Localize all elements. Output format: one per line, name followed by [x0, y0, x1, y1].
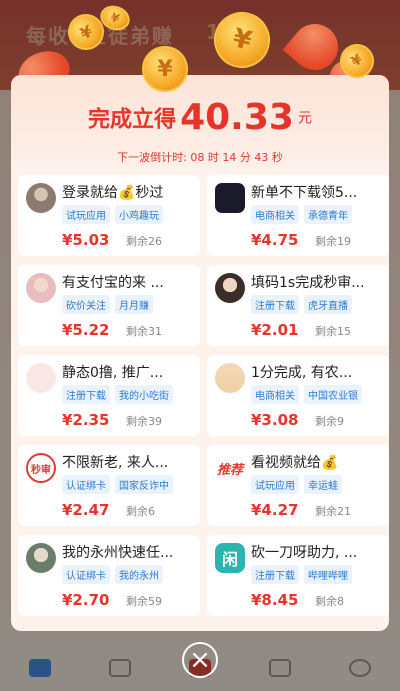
task-remaining: 剩余21	[315, 505, 351, 518]
task-remaining: 剩余31	[126, 325, 162, 338]
task-tag: 电商相关	[251, 205, 299, 224]
task-title: 静态0撸, 推广...	[62, 365, 164, 381]
miaoshen-badge: 秒审	[26, 453, 56, 483]
task-card[interactable]: 闲砍一刀呀助力, ... 注册下载 哔哩哔哩 ¥8.45 剩余8	[207, 535, 389, 616]
popup-header: 完成立得 40.33 元 下一波倒计时: 08 时 14 分 43 秒	[11, 75, 389, 167]
task-price: ¥2.70	[62, 591, 110, 609]
task-remaining: 剩余19	[315, 235, 351, 248]
task-tag: 试玩应用	[251, 475, 299, 494]
task-title: 我的永州快速任...	[62, 545, 174, 561]
task-tag: 注册下载	[251, 295, 299, 314]
task-tag: 承德青年	[304, 205, 352, 224]
task-tags: 认证绑卡 国家反诈中	[62, 475, 173, 494]
reward-unit: 元	[297, 110, 312, 127]
task-title: 砍一刀呀助力, ...	[251, 545, 358, 561]
task-card[interactable]: 推荐 看视频就给💰 试玩应用 幸运蛙 ¥4.27 剩余21	[207, 445, 389, 526]
task-tag: 认证绑卡	[62, 565, 110, 584]
task-tag: 注册下载	[251, 565, 299, 584]
task-card[interactable]: 登录就给💰秒过 试玩应用 小鸡趣玩 ¥5.03 剩余26	[18, 175, 200, 256]
task-tag: 月月赚	[115, 295, 153, 314]
task-tags: 注册下载 我的小吃街	[62, 385, 173, 404]
task-tag: 认证绑卡	[62, 475, 110, 494]
close-icon: ×	[189, 645, 211, 675]
task-tags: 试玩应用 幸运蛙	[251, 475, 342, 494]
person-avatar	[26, 183, 56, 213]
task-remaining: 剩余6	[126, 505, 155, 518]
task-remaining: 剩余39	[126, 415, 162, 428]
person-avatar	[26, 543, 56, 573]
reward-popup: 完成立得 40.33 元 下一波倒计时: 08 时 14 分 43 秒 登录就给💰秒…	[11, 75, 389, 631]
task-tag: 哔哩哔哩	[304, 565, 352, 584]
person-avatar	[215, 273, 245, 303]
task-tag: 国家反诈中	[115, 475, 173, 494]
task-tags: 注册下载 虎牙直播	[251, 295, 352, 314]
task-card[interactable]: 有支付宝的来 ... 砍价关注 月月赚 ¥5.22 剩余31	[18, 265, 200, 346]
task-tag: 注册下载	[62, 385, 110, 404]
reward-amount: 40.33	[180, 97, 294, 138]
avatar-label: 闲	[221, 550, 238, 569]
task-price: ¥4.27	[251, 501, 299, 519]
task-title: 登录就给💰秒过	[62, 185, 164, 201]
task-card[interactable]: 1分完成, 有农... 电商相关 中国农业银 ¥3.08 剩余9	[207, 355, 389, 436]
task-title: 有支付宝的来 ...	[62, 275, 164, 291]
task-tag: 虎牙直播	[304, 295, 352, 314]
app-icon	[215, 363, 245, 393]
task-tags: 砍价关注 月月赚	[62, 295, 153, 314]
task-title: 新单不下载领5...	[251, 185, 358, 201]
task-price: ¥5.03	[62, 231, 110, 249]
task-tag: 砍价关注	[62, 295, 110, 314]
countdown-timer: 下一波倒计时: 08 时 14 分 43 秒	[117, 151, 283, 164]
app-icon	[26, 363, 56, 393]
task-price: ¥2.35	[62, 411, 110, 429]
task-tags: 注册下载 哔哩哔哩	[251, 565, 352, 584]
task-title: 填码1s完成秒审...	[251, 275, 365, 291]
task-price: ¥2.01	[251, 321, 299, 339]
reward-headline: 完成立得 40.33 元	[11, 97, 389, 138]
task-remaining: 剩余59	[126, 595, 162, 608]
task-tag: 电商相关	[251, 385, 299, 404]
task-card[interactable]: 新单不下载领5... 电商相关 承德青年 ¥4.75 剩余19	[207, 175, 389, 256]
task-price: ¥5.22	[62, 321, 110, 339]
task-remaining: 剩余15	[315, 325, 351, 338]
coin-icon: ¥	[142, 46, 188, 92]
task-tag: 幸运蛙	[304, 475, 342, 494]
task-tag: 小鸡趣玩	[115, 205, 163, 224]
task-tag: 中国农业银	[304, 385, 362, 404]
tuijian-badge: 推荐	[215, 453, 245, 483]
task-remaining: 剩余26	[126, 235, 162, 248]
task-tags: 电商相关 中国农业银	[251, 385, 362, 404]
task-card[interactable]: 我的永州快速任... 认证绑卡 我的永州 ¥2.70 剩余59	[18, 535, 200, 616]
task-title: 不限新老, 来人...	[62, 455, 169, 471]
task-card[interactable]: 秒审 不限新老, 来人... 认证绑卡 国家反诈中 ¥2.47 剩余6	[18, 445, 200, 526]
close-button[interactable]: ×	[182, 642, 218, 678]
task-tags: 认证绑卡 我的永州	[62, 565, 163, 584]
app-icon	[215, 183, 245, 213]
task-card[interactable]: 填码1s完成秒审... 注册下载 虎牙直播 ¥2.01 剩余15	[207, 265, 389, 346]
task-tags: 电商相关 承德青年	[251, 205, 352, 224]
person-avatar	[26, 273, 56, 303]
task-tag: 我的永州	[115, 565, 163, 584]
task-title: 1分完成, 有农...	[251, 365, 353, 381]
task-price: ¥4.75	[251, 231, 299, 249]
headline-prefix: 完成立得	[88, 107, 177, 133]
app-icon: 闲	[215, 543, 245, 573]
avatar-label: 推荐	[216, 462, 243, 478]
task-remaining: 剩余9	[315, 415, 344, 428]
task-price: ¥3.08	[251, 411, 299, 429]
task-title: 看视频就给💰	[251, 455, 339, 471]
task-tag: 我的小吃街	[115, 385, 173, 404]
task-card[interactable]: 静态0撸, 推广... 注册下载 我的小吃街 ¥2.35 剩余39	[18, 355, 200, 436]
task-tags: 试玩应用 小鸡趣玩	[62, 205, 163, 224]
task-tag: 试玩应用	[62, 205, 110, 224]
task-price: ¥8.45	[251, 591, 299, 609]
avatar-label: 秒审	[31, 464, 51, 476]
task-price: ¥2.47	[62, 501, 110, 519]
task-remaining: 剩余8	[315, 595, 344, 608]
